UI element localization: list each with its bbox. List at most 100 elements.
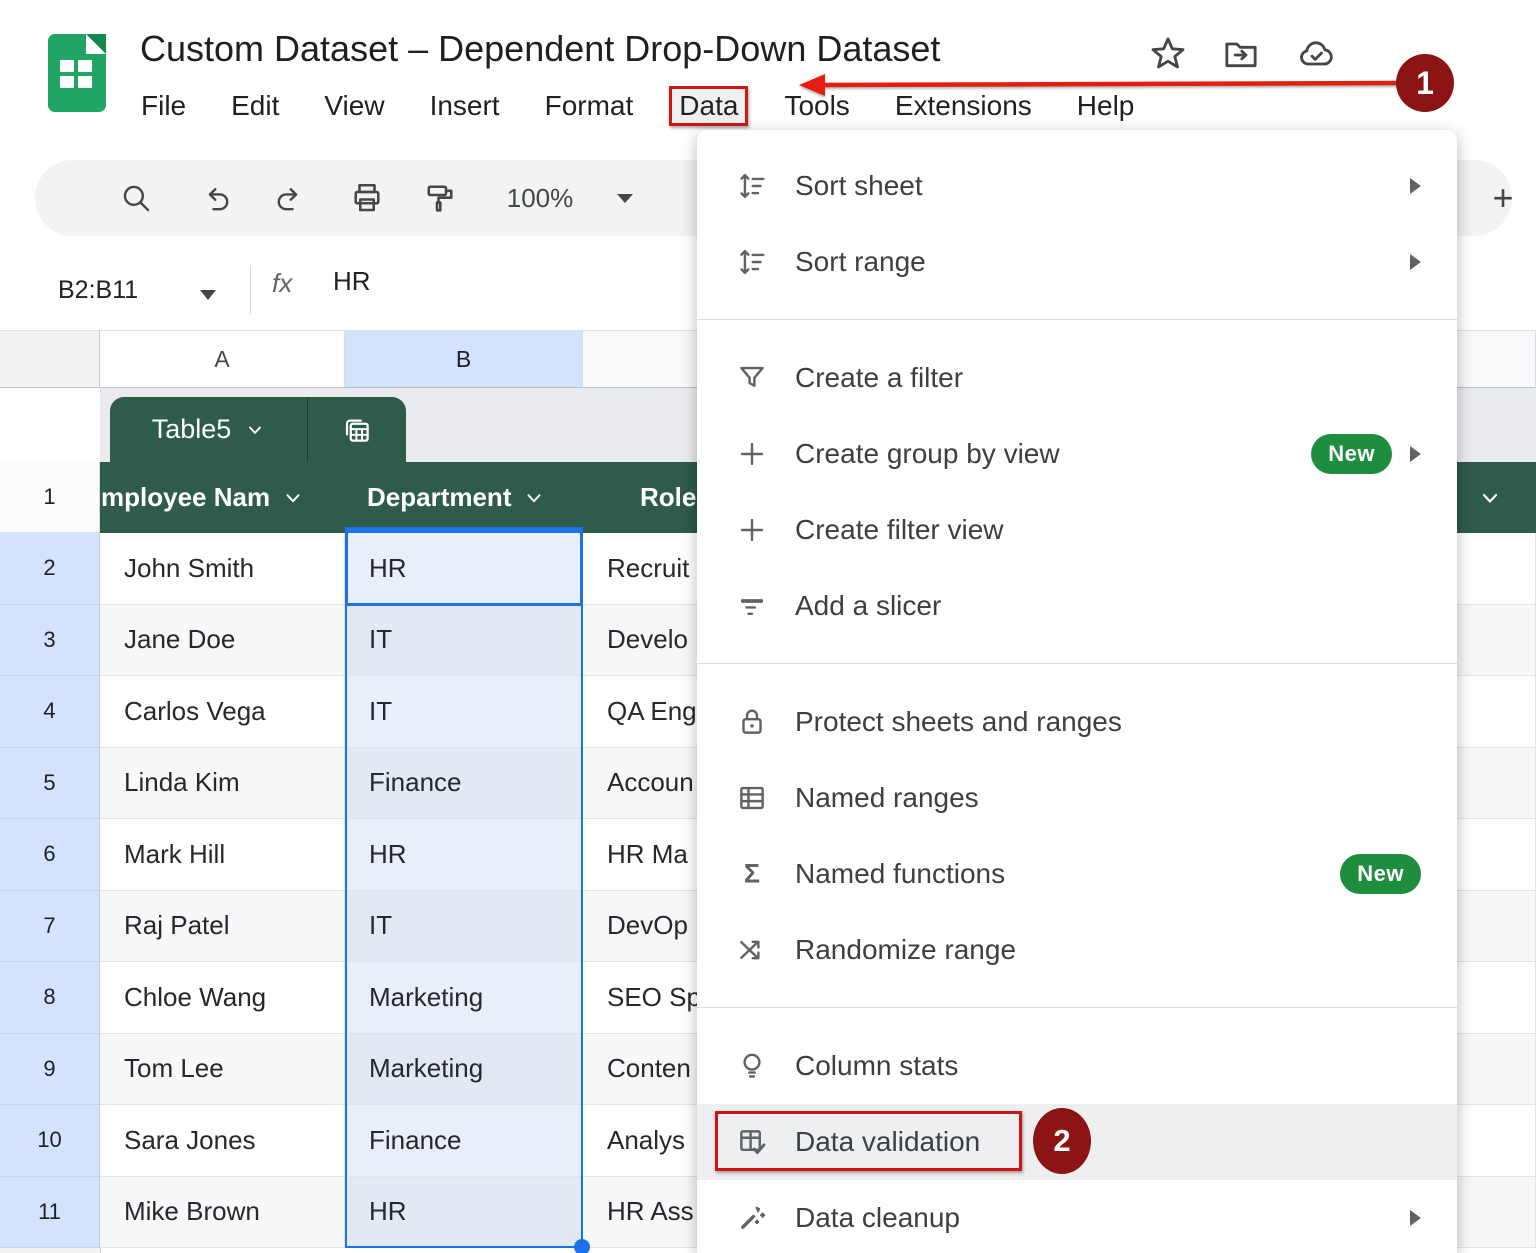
menu-item-protect-sheets-and-ranges[interactable]: Protect sheets and ranges [697,684,1457,760]
star-icon[interactable] [1148,34,1188,79]
column-header-b[interactable]: B [345,331,583,388]
paint-format-icon[interactable] [413,160,467,236]
menubar-item-insert[interactable]: Insert [421,88,509,124]
row-header-8[interactable]: 8 [0,962,100,1034]
cell-b8-department[interactable]: Marketing [345,962,583,1034]
cell-a7-employee-name[interactable]: Raj Patel [100,891,345,963]
row-header-9[interactable]: 9 [0,1034,100,1106]
menu-item-sort-sheet[interactable]: Sort sheet [697,148,1457,224]
menu-item-create-filter-view[interactable]: Create filter view [697,492,1457,568]
submenu-arrow-icon [1410,178,1421,194]
name-box[interactable]: B2:B11 [58,262,208,318]
menubar-item-data[interactable]: Data [669,86,748,126]
table-tab-name[interactable]: Table5 [110,397,307,462]
zoom-control[interactable]: 100% [490,160,590,236]
row-header-1[interactable]: 1 [0,462,100,533]
menubar-item-edit[interactable]: Edit [222,88,288,124]
menu-item-label: Create a filter [795,362,963,394]
move-folder-icon[interactable] [1220,34,1262,79]
table-options-button[interactable] [308,397,406,462]
menu-item-column-stats[interactable]: Column stats [697,1028,1457,1104]
menubar-item-file[interactable]: File [132,88,195,124]
cell-a4-employee-name[interactable]: Carlos Vega [100,676,345,748]
menu-item-named-functions[interactable]: ΣNamed functionsNew [697,836,1457,912]
selection-top-border [345,527,583,533]
zoom-caret-icon[interactable] [607,160,643,236]
cloud-saved-icon[interactable] [1294,34,1338,79]
row-header-4[interactable]: 4 [0,676,100,748]
cell-b3-department[interactable]: IT [345,605,583,677]
row-header-2[interactable]: 2 [0,533,100,605]
cell-a10-employee-name[interactable]: Sara Jones [100,1105,345,1177]
formula-input[interactable]: HR [333,266,371,297]
name-box-caret-icon[interactable] [200,290,216,300]
cell-a11-employee-name[interactable]: Mike Brown [100,1177,345,1249]
lock-icon [735,705,769,739]
menu-item-create-a-filter[interactable]: Create a filter [697,340,1457,416]
row-header-3[interactable]: 3 [0,605,100,677]
document-title[interactable]: Custom Dataset – Dependent Drop-Down Dat… [140,28,940,70]
svg-text:Σ: Σ [744,859,760,889]
menubar-item-extensions[interactable]: Extensions [886,88,1041,124]
table-grid-icon [342,415,372,445]
menu-item-label: Add a slicer [795,590,941,622]
print-icon[interactable] [340,160,394,236]
cell-b11-department[interactable]: HR [345,1177,583,1249]
cell-b2-department[interactable]: HR [345,533,583,605]
search-icon[interactable] [111,160,161,236]
menubar-item-view[interactable]: View [315,88,393,124]
menu-item-create-group-by-view[interactable]: Create group by viewNew [697,416,1457,492]
menubar-item-help[interactable]: Help [1068,88,1144,124]
menu-item-sort-range[interactable]: Sort range [697,224,1457,300]
row-header-6[interactable]: 6 [0,819,100,891]
menubar-item-format[interactable]: Format [536,88,643,124]
menu-item-data-cleanup[interactable]: Data cleanup [697,1180,1457,1253]
menubar-item-tools[interactable]: Tools [775,88,858,124]
menu-item-data-validation[interactable]: Data validation2 [697,1104,1457,1180]
filter-icon [735,361,769,395]
header-cell-employee-name[interactable]: mployee Nam [100,462,344,533]
named-ranges-icon [735,781,769,815]
row-header-5[interactable]: 5 [0,748,100,820]
plus-icon [735,513,769,547]
menu-item-named-ranges[interactable]: Named ranges [697,760,1457,836]
toolbar-plus-button[interactable]: + [1475,160,1531,236]
cell-b6-department[interactable]: HR [345,819,583,891]
formula-bar-divider [250,266,251,314]
row-header-10[interactable]: 10 [0,1105,100,1177]
column-header-a[interactable]: A [100,331,345,388]
spreadsheet-app: Custom Dataset – Dependent Drop-Down Dat… [0,0,1536,1253]
row-header-11[interactable]: 11 [0,1177,100,1249]
chevron-down-icon [245,420,265,440]
fill-handle[interactable] [574,1239,590,1253]
menu-item-label: Named ranges [795,782,979,814]
menu-item-add-a-slicer[interactable]: Add a slicer [697,568,1457,644]
annotation-step-1: 1 [1396,54,1454,112]
header-cell-department[interactable]: Department [345,462,605,533]
menu-item-randomize-range[interactable]: Randomize range [697,912,1457,988]
menu-item-label: Sort range [795,246,926,278]
cell-b5-department[interactable]: Finance [345,748,583,820]
menu-item-label: Randomize range [795,934,1016,966]
wand-icon [735,1201,769,1235]
cell-a8-employee-name[interactable]: Chloe Wang [100,962,345,1034]
cell-a3-employee-name[interactable]: Jane Doe [100,605,345,677]
menu-item-label: Create filter view [795,514,1004,546]
menu-item-label: Protect sheets and ranges [795,706,1122,738]
cell-b4-department[interactable]: IT [345,676,583,748]
submenu-arrow-icon [1410,446,1421,462]
cell-b7-department[interactable]: IT [345,891,583,963]
cell-a9-employee-name[interactable]: Tom Lee [100,1034,345,1106]
cell-a6-employee-name[interactable]: Mark Hill [100,819,345,891]
row-header-12[interactable] [0,1248,101,1253]
select-all-corner[interactable] [0,331,100,388]
redo-icon[interactable] [264,160,314,236]
cell-a5-employee-name[interactable]: Linda Kim [100,748,345,820]
cell-a2-employee-name[interactable]: John Smith [100,533,345,605]
row-header-7[interactable]: 7 [0,891,100,963]
cell-b9-department[interactable]: Marketing [345,1034,583,1106]
menu-divider [697,663,1457,664]
undo-icon[interactable] [192,160,242,236]
table-tab[interactable]: Table5 [110,397,406,462]
cell-b10-department[interactable]: Finance [345,1105,583,1177]
